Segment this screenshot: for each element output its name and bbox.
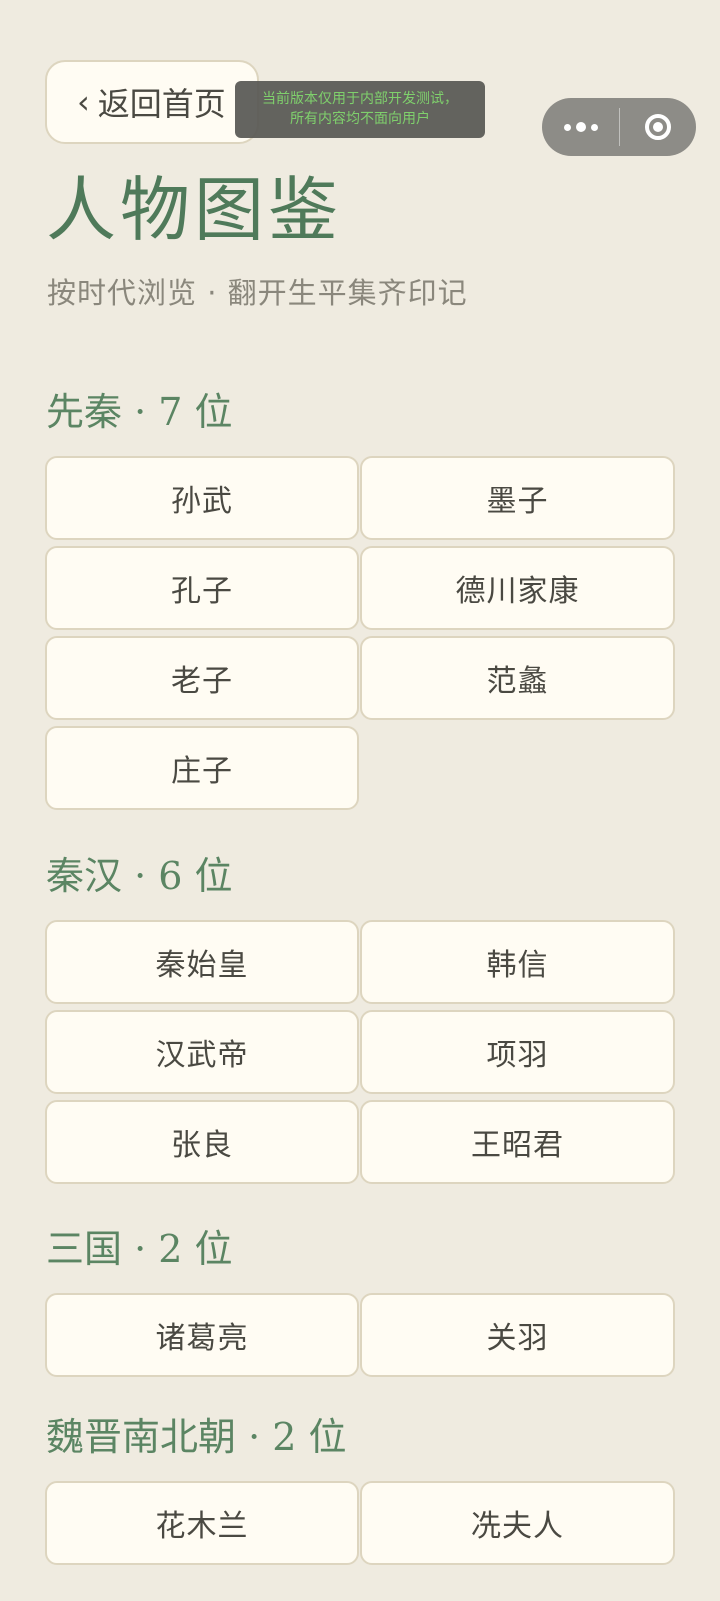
person-card[interactable]: 花木兰 [45,1481,359,1565]
era-people-grid: 孙武 墨子 孔子 德川家康 老子 范蠡 庄子 [45,456,675,810]
era-people-grid: 秦始皇 韩信 汉武帝 项羽 张良 王昭君 [45,920,675,1184]
person-card[interactable]: 墨子 [360,456,675,540]
era-section-title: 魏晋南北朝 · 2 位 [46,1415,347,1459]
person-card[interactable]: 秦始皇 [45,920,359,1004]
miniprogram-capsule [542,98,696,156]
target-close-icon[interactable] [620,114,696,140]
era-people-grid: 花木兰 冼夫人 [45,1481,675,1565]
person-card[interactable]: 德川家康 [360,546,675,630]
back-home-button[interactable]: ‹ 返回首页 [45,60,259,144]
era-people-grid: 诸葛亮 关羽 [45,1293,675,1377]
person-card[interactable]: 老子 [45,636,359,720]
dev-notice-line-2: 所有内容均不面向用户 [290,111,430,127]
person-card[interactable]: 项羽 [360,1010,675,1094]
era-section-title: 秦汉 · 6 位 [46,854,233,898]
person-card[interactable]: 张良 [45,1100,359,1184]
more-dots-icon[interactable] [542,122,619,132]
page-subtitle: 按时代浏览 · 翻开生平集齐印记 [47,276,468,310]
page-title: 人物图鉴 [46,169,342,251]
person-card[interactable]: 庄子 [45,726,359,810]
era-section-title: 先秦 · 7 位 [46,390,233,434]
chevron-left-icon: ‹ [77,83,90,121]
person-card[interactable]: 范蠡 [360,636,675,720]
dev-version-notice: 当前版本仅用于内部开发测试， 所有内容均不面向用户 [235,81,485,138]
dev-notice-line-1: 当前版本仅用于内部开发测试， [262,91,458,107]
era-section-title: 三国 · 2 位 [46,1227,233,1271]
person-card[interactable]: 韩信 [360,920,675,1004]
person-card[interactable]: 汉武帝 [45,1010,359,1094]
person-card[interactable]: 孙武 [45,456,359,540]
person-card[interactable]: 冼夫人 [360,1481,675,1565]
person-card[interactable]: 诸葛亮 [45,1293,359,1377]
person-card[interactable]: 王昭君 [360,1100,675,1184]
person-card[interactable]: 孔子 [45,546,359,630]
person-card[interactable]: 关羽 [360,1293,675,1377]
back-home-label: 返回首页 [97,85,226,123]
